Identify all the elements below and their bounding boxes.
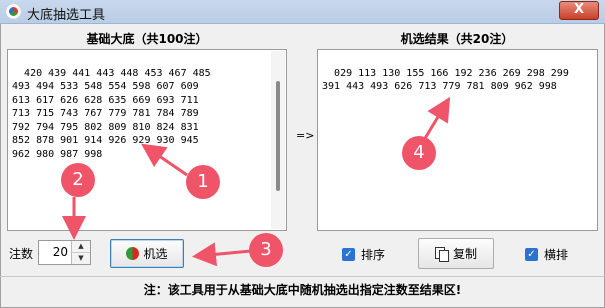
- stepper-up-button[interactable]: ▲: [72, 241, 90, 253]
- count-value[interactable]: 20: [53, 245, 68, 259]
- result-numbers-textarea[interactable]: 029 113 130 155 166 192 236 269 298 299 …: [317, 49, 598, 231]
- base-panel-title: 基础大底（共100注）: [86, 32, 208, 46]
- base-numbers-text: 420 439 441 443 448 453 467 485 493 494 …: [12, 67, 211, 160]
- random-select-label: 机选: [143, 247, 168, 261]
- app-icon: [6, 4, 21, 19]
- status-text: 注：该工具用于从基础大底中随机抽选出指定注数至结果区!: [143, 283, 462, 297]
- annotation-marker-2: 2: [61, 163, 95, 197]
- stepper-buttons: ▲ ▼: [71, 241, 90, 264]
- annotation-marker-4: 4: [402, 136, 436, 170]
- horizontal-label: 横排: [544, 248, 569, 262]
- result-panel-title: 机选结果（共20注）: [400, 32, 514, 46]
- count-label: 注数: [9, 247, 34, 261]
- result-numbers-text: 029 113 130 155 166 192 236 269 298 299 …: [322, 67, 569, 93]
- copy-icon: [434, 246, 449, 262]
- transfer-arrow: =>: [296, 129, 315, 142]
- window-title: 大底抽选工具: [27, 8, 106, 23]
- annotation-marker-1: 1: [186, 165, 220, 199]
- close-button[interactable]: X: [559, 1, 599, 20]
- random-select-icon: [126, 247, 140, 260]
- vertical-scrollbar[interactable]: [271, 51, 285, 229]
- title-bar: 大底抽选工具 X: [0, 0, 605, 24]
- scrollbar-thumb[interactable]: [276, 81, 280, 191]
- copy-button[interactable]: 复制: [418, 238, 494, 269]
- random-select-button[interactable]: 机选: [110, 239, 184, 268]
- horizontal-checkbox[interactable]: ✓ 横排: [525, 246, 568, 263]
- sort-check-icon: ✓: [342, 248, 355, 261]
- annotation-marker-3: 3: [249, 233, 283, 267]
- horizontal-check-icon: ✓: [525, 248, 538, 261]
- base-numbers-textarea[interactable]: 420 439 441 443 448 453 467 485 493 494 …: [7, 49, 287, 231]
- copy-label: 复制: [452, 247, 477, 261]
- sort-label: 排序: [361, 248, 386, 262]
- count-stepper[interactable]: 20 ▲ ▼: [38, 240, 91, 265]
- status-bar: 注：该工具用于从基础大底中随机抽选出指定注数至结果区!: [0, 276, 605, 308]
- sort-checkbox[interactable]: ✓ 排序: [342, 246, 385, 263]
- stepper-down-button[interactable]: ▼: [72, 253, 90, 264]
